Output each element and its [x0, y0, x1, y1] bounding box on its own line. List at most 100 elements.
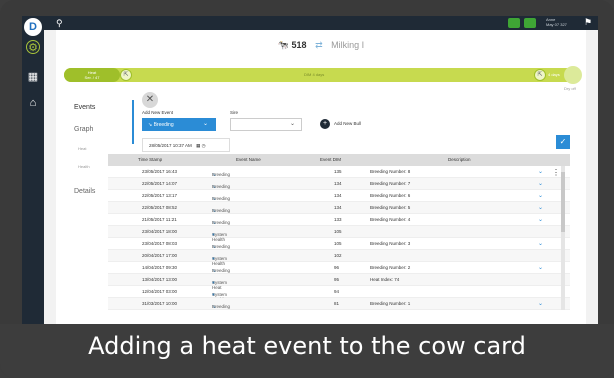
- table-row[interactable]: 14/04/2017 09:30 ↘ Breeding 96 Breeding Numb…: [108, 262, 570, 274]
- calendar-icon[interactable]: ▦: [26, 70, 40, 84]
- left-nav: D ⚙ ▦ ⌂: [22, 18, 44, 324]
- sidebar-item-health[interactable]: Health: [78, 164, 90, 169]
- table-row[interactable]: 23/04/2017 18:00 ♥ System Health 105: [108, 226, 570, 242]
- table-row[interactable]: 22/05/2017 14:07 ↘ Breeding 134 Breeding Num…: [108, 178, 570, 190]
- add-new-bull-label: Add New Bull: [334, 121, 362, 127]
- row-event-name: Breeding: [212, 244, 231, 249]
- col-event-name: Event Name: [236, 157, 261, 162]
- sidebar-item-events[interactable]: Events: [74, 104, 95, 111]
- events-table: Time Stamp Event Name Event DIM Descript…: [108, 154, 570, 310]
- chevron-down-icon: ⌄: [289, 121, 295, 127]
- row-description: Breeding Number: 5: [370, 205, 411, 210]
- chevron-down-icon: ⌄: [202, 121, 208, 127]
- sidebar-active-indicator: [132, 100, 134, 144]
- table-row[interactable]: 22/05/2017 08:52 ↘ Breeding 134 Breeding Num…: [108, 202, 570, 214]
- app-logo: D: [24, 18, 42, 36]
- row-description: Breeding Number: 1: [370, 301, 411, 306]
- row-event-dim: 95: [334, 277, 340, 282]
- table-row[interactable]: 31/03/2017 10:00 ↘ Breeding 81 Breeding Numb…: [108, 298, 570, 310]
- chevron-down-icon[interactable]: ⌄: [538, 240, 543, 247]
- table-row[interactable]: 21/05/2017 11:21 ↘ Breeding 133 Breeding Num…: [108, 214, 570, 226]
- cow-number: 518: [291, 40, 307, 50]
- home-icon[interactable]: ⌂: [26, 96, 40, 110]
- row-event-dim: 134: [334, 181, 342, 186]
- cow-icon: 🐄: [277, 40, 290, 50]
- timeline-event-icon[interactable]: ⇱: [534, 69, 546, 81]
- sidebar-item-graph[interactable]: Graph: [74, 126, 93, 133]
- row-time-stamp: 31/03/2017 10:00: [142, 301, 178, 306]
- row-time-stamp: 22/05/2017 14:07: [142, 181, 178, 186]
- chevron-down-icon[interactable]: ⌄: [538, 264, 543, 271]
- lactation-timeline: Heat Ser. / 47 ⇱ DIM 4 days ⇱ 4 days Dry…: [64, 66, 584, 91]
- col-description: Description: [448, 157, 471, 162]
- col-time-stamp: Time Stamp: [138, 157, 163, 162]
- user-date: May 07 327: [546, 22, 567, 27]
- row-event-name: Breeding: [212, 172, 231, 177]
- search-icon[interactable]: ⚲: [56, 18, 63, 29]
- table-row[interactable]: 22/05/2017 13:17 ↘ Breeding 134 Breeding Num…: [108, 190, 570, 202]
- row-event-dim: 135: [334, 169, 342, 174]
- timeline-right-label: 4 days: [548, 72, 560, 77]
- app-screen: ⚲ Anne May 07 327 ⚑ D ⚙ ▦ ⌂ 🐄 518 ⇄ Milk…: [22, 16, 598, 324]
- row-description: Breeding Number: 3: [370, 241, 411, 246]
- row-time-stamp: 23/05/2017 16:43: [142, 169, 178, 174]
- row-description: Breeding Number: 7: [370, 181, 411, 186]
- row-event-name: Breeding: [212, 220, 231, 225]
- table-row[interactable]: 20/04/2017 17:00 ♥ System Health 102: [108, 250, 570, 266]
- event-type-value: Breeding: [153, 122, 174, 128]
- chevron-down-icon[interactable]: ⌄: [538, 192, 543, 199]
- clock-icon[interactable]: ◷: [202, 143, 206, 148]
- row-description: Breeding Number: 4: [370, 217, 411, 222]
- timeline-event-icon[interactable]: ⇱: [120, 69, 132, 81]
- row-event-dim: 105: [334, 229, 342, 234]
- calendar-icon[interactable]: ▦: [196, 143, 200, 148]
- check-icon: ✓: [559, 137, 567, 146]
- row-description: Breeding Number: 2: [370, 265, 411, 270]
- cow-alert-icon[interactable]: [508, 18, 520, 28]
- event-datetime-field[interactable]: 28/05/2017 10:37 AM ▦ ◷: [142, 138, 230, 152]
- row-event-name: Breeding: [212, 268, 231, 273]
- table-row[interactable]: 23/05/2017 16:43 ↘ Breeding 135 Breeding Num…: [108, 166, 570, 178]
- table-header: Time Stamp Event Name Event DIM Descript…: [108, 154, 570, 166]
- col-event-dim: Event DIM: [320, 157, 342, 162]
- flag-icon[interactable]: ⚑: [584, 17, 592, 28]
- table-row[interactable]: 13/04/2017 13:00 ♥ System Heat 95 Heat Index…: [108, 274, 570, 290]
- confirm-button[interactable]: ✓: [556, 135, 570, 149]
- row-event-dim: 102: [334, 253, 342, 258]
- row-time-stamp: 22/05/2017 13:17: [142, 193, 178, 198]
- timeline-start-sublabel: Ser. / 47: [84, 75, 100, 80]
- event-type-select[interactable]: ↘ Breeding ⌄: [142, 118, 216, 131]
- more-options-icon[interactable]: ⋮: [552, 168, 560, 177]
- video-caption: Adding a heat event to the cow card: [88, 332, 526, 360]
- breeding-icon: ↘: [148, 122, 153, 128]
- row-event-dim: 105: [334, 241, 342, 246]
- row-event-dim: 81: [334, 301, 340, 306]
- row-description: Heat Index: 74: [370, 277, 400, 282]
- row-time-stamp: 12/04/2017 03:00: [142, 289, 178, 294]
- group-alert-icon[interactable]: [524, 18, 536, 28]
- gear-icon[interactable]: ⚙: [26, 40, 40, 54]
- row-time-stamp: 23/04/2017 18:00: [142, 229, 178, 234]
- row-event-name: Breeding: [212, 196, 231, 201]
- scrollbar-thumb[interactable]: [561, 172, 565, 232]
- timeline-end-marker: [564, 66, 582, 84]
- sire-select[interactable]: ⌄: [230, 118, 302, 131]
- add-new-bull-button[interactable]: + Add New Bull: [320, 119, 361, 129]
- sire-label: Sire: [230, 110, 239, 115]
- chevron-down-icon[interactable]: ⌄: [538, 168, 543, 175]
- sidebar-item-heat[interactable]: Heat: [78, 146, 86, 151]
- row-event-dim: 94: [334, 289, 340, 294]
- sidebar-item-details[interactable]: Details: [74, 188, 95, 195]
- swap-icon[interactable]: ⇄: [315, 40, 323, 50]
- table-row[interactable]: 12/04/2017 03:00♥System Health94: [108, 286, 570, 302]
- user-info[interactable]: Anne May 07 327: [546, 17, 567, 27]
- row-event-name: Breeding: [212, 208, 231, 213]
- chevron-down-icon[interactable]: ⌄: [538, 216, 543, 223]
- chevron-down-icon[interactable]: ⌄: [538, 180, 543, 187]
- row-time-stamp: 14/04/2017 09:30: [142, 265, 178, 270]
- table-scrollbar[interactable]: [561, 166, 565, 310]
- chevron-down-icon[interactable]: ⌄: [538, 204, 543, 211]
- chevron-down-icon[interactable]: ⌄: [538, 300, 543, 307]
- table-row[interactable]: 23/04/2017 08:03 ↘ Breeding 105 Breeding Num…: [108, 238, 570, 250]
- close-form-button[interactable]: ✕: [142, 92, 158, 108]
